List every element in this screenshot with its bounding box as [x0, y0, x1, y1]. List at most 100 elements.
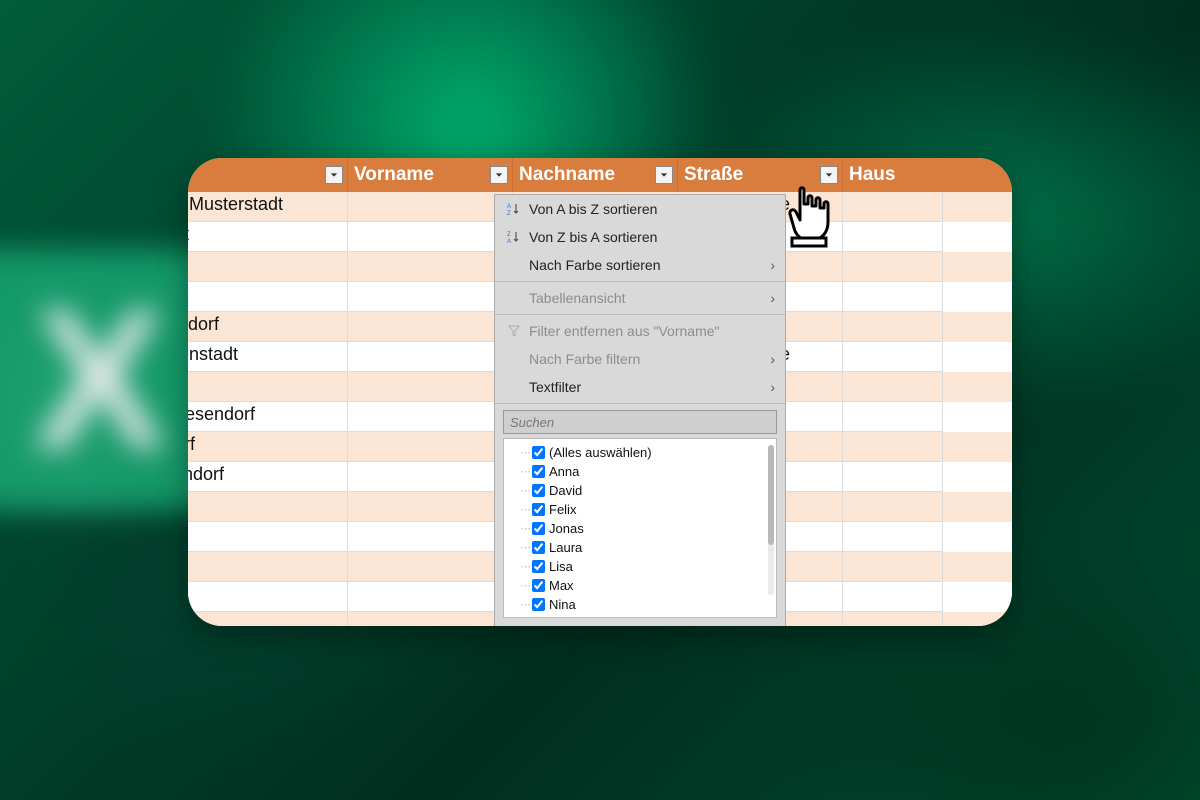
table-cell[interactable] — [188, 282, 348, 312]
table-cell[interactable] — [843, 222, 943, 252]
table-cell[interactable]: menstadt — [188, 342, 348, 372]
filter-check-item[interactable]: ⋯Nina — [508, 595, 772, 614]
header-col-vorname[interactable]: Vorname — [348, 158, 513, 192]
checkbox[interactable] — [532, 598, 545, 611]
menu-label: Von Z bis A sortieren — [529, 229, 657, 245]
checkbox[interactable] — [532, 522, 545, 535]
menu-label: Filter entfernen aus "Vorname" — [529, 323, 719, 339]
table-cell[interactable] — [188, 612, 348, 626]
table-cell[interactable] — [188, 552, 348, 582]
table-cell[interactable] — [843, 342, 943, 372]
filter-check-item[interactable]: ⋯David — [508, 481, 772, 500]
filter-dropdown-icon[interactable] — [655, 166, 673, 184]
checkbox[interactable] — [532, 541, 545, 554]
table-cell[interactable] — [843, 462, 943, 492]
table-cell[interactable] — [843, 252, 943, 282]
table-cell[interactable] — [843, 582, 943, 612]
checkbox[interactable] — [532, 560, 545, 573]
filter-check-item[interactable]: ⋯Jonas — [508, 519, 772, 538]
table-cell[interactable] — [348, 462, 513, 492]
table-cell[interactable] — [348, 372, 513, 402]
checkbox[interactable] — [532, 465, 545, 478]
table-cell[interactable] — [348, 552, 513, 582]
table-header-row: ahl Vorname Nachname Straße — [188, 158, 1012, 192]
table-cell[interactable] — [188, 372, 348, 402]
table-cell[interactable] — [843, 432, 943, 462]
checklist-scrollbar[interactable] — [768, 445, 774, 595]
checkbox[interactable] — [532, 446, 545, 459]
check-label: Jonas — [549, 521, 584, 536]
header-label: Vorname — [354, 164, 434, 186]
submenu-arrow-icon: › — [770, 257, 775, 273]
table-cell[interactable] — [843, 612, 943, 626]
table-cell[interactable] — [348, 312, 513, 342]
table-cell[interactable] — [348, 192, 513, 222]
filter-check-item[interactable]: ⋯Felix — [508, 500, 772, 519]
column-filter-popup: AZ Von A bis Z sortieren ZA Von Z bis A … — [494, 194, 786, 626]
clear-filter: Filter entfernen aus "Vorname" — [495, 317, 785, 345]
filter-check-item[interactable]: ⋯Lisa — [508, 557, 772, 576]
table-cell[interactable] — [348, 342, 513, 372]
sort-az[interactable]: AZ Von A bis Z sortieren — [495, 195, 785, 223]
table-cell[interactable] — [843, 522, 943, 552]
header-col-strasse[interactable]: Straße — [678, 158, 843, 192]
table-cell[interactable] — [348, 282, 513, 312]
table-cell[interactable] — [348, 522, 513, 552]
table-cell[interactable] — [348, 612, 513, 626]
svg-text:Z: Z — [507, 232, 511, 238]
table-cell[interactable] — [348, 492, 513, 522]
table-cell[interactable] — [188, 252, 348, 282]
sort-az-icon: AZ — [503, 202, 525, 216]
table-cell[interactable]: 45 Musterstadt — [188, 192, 348, 222]
table-cell[interactable] — [843, 372, 943, 402]
header-label: Nachname — [519, 164, 615, 186]
filter-dropdown-icon[interactable] — [325, 166, 343, 184]
table-cell[interactable]: Wiesendorf — [188, 402, 348, 432]
header-col-a[interactable]: ahl — [188, 158, 348, 192]
check-label: (Alles auswählen) — [549, 445, 652, 460]
filter-dropdown-icon[interactable] — [820, 166, 838, 184]
check-label: Nina — [549, 597, 576, 612]
tree-dots-icon: ⋯ — [520, 560, 530, 573]
header-col-haus[interactable]: Haus — [843, 158, 943, 192]
header-col-nachname[interactable]: Nachname — [513, 158, 678, 192]
filter-dropdown-icon[interactable] — [490, 166, 508, 184]
table-cell[interactable] — [188, 582, 348, 612]
submenu-arrow-icon: › — [770, 379, 775, 395]
filter-by-color: Nach Farbe filtern › — [495, 345, 785, 373]
funnel-clear-icon — [503, 324, 525, 338]
scrollbar-thumb[interactable] — [768, 445, 774, 545]
sort-by-color[interactable]: Nach Farbe sortieren › — [495, 251, 785, 279]
table-cell[interactable] — [348, 252, 513, 282]
table-cell[interactable]: dorf — [188, 432, 348, 462]
filter-check-item[interactable]: ⋯Max — [508, 576, 772, 595]
table-cell[interactable] — [843, 312, 943, 342]
table-cell[interactable] — [348, 222, 513, 252]
table-cell[interactable] — [188, 522, 348, 552]
table-cell[interactable] — [843, 282, 943, 312]
filter-check-item[interactable]: ⋯Laura — [508, 538, 772, 557]
filter-search-input[interactable] — [503, 410, 777, 434]
table-view: Tabellenansicht › — [495, 284, 785, 312]
sort-za[interactable]: ZA Von Z bis A sortieren — [495, 223, 785, 251]
filter-check-item[interactable]: ⋯Anna — [508, 462, 772, 481]
tree-dots-icon: ⋯ — [520, 484, 530, 497]
table-cell[interactable]: sendorf — [188, 462, 348, 492]
menu-label: Tabellenansicht — [529, 290, 626, 306]
table-cell[interactable] — [843, 192, 943, 222]
checkbox[interactable] — [532, 484, 545, 497]
table-cell[interactable] — [843, 492, 943, 522]
table-cell[interactable] — [843, 552, 943, 582]
filter-check-select-all[interactable]: ⋯ (Alles auswählen) — [508, 443, 772, 462]
checkbox[interactable] — [532, 579, 545, 592]
text-filter[interactable]: Textfilter › — [495, 373, 785, 401]
table-cell[interactable] — [348, 582, 513, 612]
table-cell[interactable]: geldorf — [188, 312, 348, 342]
table-cell[interactable] — [348, 432, 513, 462]
table-cell[interactable]: adt — [188, 222, 348, 252]
header-label: ahl — [188, 164, 191, 186]
table-cell[interactable] — [188, 492, 348, 522]
checkbox[interactable] — [532, 503, 545, 516]
table-cell[interactable] — [843, 402, 943, 432]
table-cell[interactable] — [348, 402, 513, 432]
